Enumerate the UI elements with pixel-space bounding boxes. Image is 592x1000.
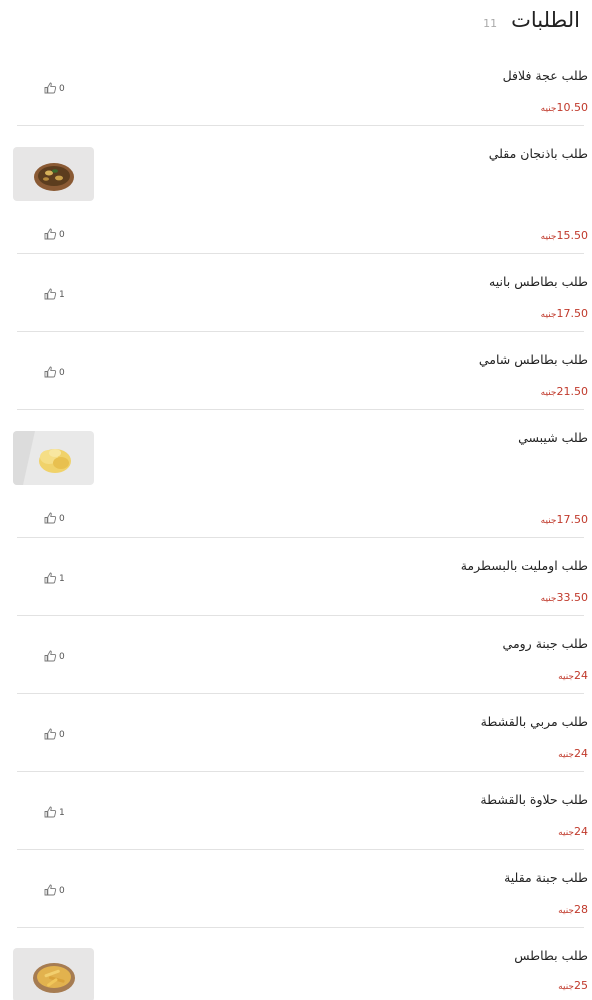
like-button[interactable]: 0 bbox=[44, 509, 65, 528]
item-image[interactable] bbox=[13, 948, 94, 1000]
item-price: 10.50جنيه bbox=[541, 96, 588, 115]
item-image[interactable] bbox=[13, 147, 94, 201]
list-item[interactable]: طلب مربي بالقشطة 24جنيه 0 bbox=[17, 694, 588, 772]
item-image[interactable] bbox=[13, 431, 94, 485]
thumbs-up-icon bbox=[44, 725, 57, 744]
item-name: طلب عجة فلافل bbox=[502, 68, 588, 83]
item-name: طلب جبنة رومي bbox=[502, 636, 588, 651]
item-name: طلب بطاطس شامي bbox=[478, 352, 588, 367]
item-name: طلب حلاوة بالقشطة bbox=[480, 792, 588, 807]
list-item[interactable]: طلب باذنجان مقلي 0 15.50جنيه bbox=[13, 126, 588, 254]
list-item[interactable]: طلب اومليت بالبسطرمة 33.50جنيه 1 bbox=[17, 538, 588, 616]
price-amount: 15.50 bbox=[556, 229, 589, 242]
price-currency: جنيه bbox=[540, 310, 557, 320]
price-amount: 24 bbox=[574, 825, 588, 838]
price-currency: جنيه bbox=[540, 594, 557, 604]
item-price: 21.50جنيه bbox=[541, 380, 588, 399]
list-item[interactable]: طلب شيبسي 0 17.50جنيه bbox=[13, 410, 588, 538]
like-count: 0 bbox=[59, 885, 65, 896]
price-currency: جنيه bbox=[540, 232, 557, 242]
thumbs-up-icon bbox=[44, 569, 57, 588]
item-price: 15.50جنيه bbox=[541, 224, 588, 243]
fried-eggplant-image bbox=[13, 147, 94, 201]
list-item[interactable]: طلب عجة فلافل 10.50جنيه 0 bbox=[17, 48, 588, 126]
price-amount: 21.50 bbox=[556, 385, 589, 398]
price-amount: 24 bbox=[574, 669, 588, 682]
like-button[interactable]: 0 bbox=[44, 725, 65, 744]
list-item[interactable]: طلب بطاطس 25جنيه bbox=[13, 928, 588, 1000]
price-currency: جنيه bbox=[540, 516, 557, 526]
price-currency: جنيه bbox=[558, 982, 574, 992]
like-button[interactable]: 1 bbox=[44, 569, 65, 588]
item-price: 24جنيه bbox=[558, 742, 588, 761]
like-count: 1 bbox=[59, 289, 65, 300]
menu-list: طلب عجة فلافل 10.50جنيه 0 طلب باذنجان مق… bbox=[0, 48, 592, 1000]
thumbs-up-icon bbox=[44, 363, 57, 382]
like-button[interactable]: 1 bbox=[44, 285, 65, 304]
list-item[interactable]: طلب بطاطس بانيه 17.50جنيه 1 bbox=[17, 254, 588, 332]
thumbs-up-icon bbox=[44, 881, 57, 900]
thumbs-up-icon bbox=[44, 79, 57, 98]
like-button[interactable]: 0 bbox=[44, 79, 65, 98]
price-amount: 17.50 bbox=[556, 513, 589, 526]
thumbs-up-icon bbox=[44, 647, 57, 666]
price-currency: جنيه bbox=[558, 750, 574, 760]
price-amount: 24 bbox=[574, 747, 588, 760]
like-button[interactable]: 0 bbox=[44, 363, 65, 382]
list-item[interactable]: طلب حلاوة بالقشطة 24جنيه 1 bbox=[17, 772, 588, 850]
like-button[interactable]: 0 bbox=[44, 881, 65, 900]
item-name: طلب جبنة مقلية bbox=[504, 870, 588, 885]
chips-image bbox=[13, 431, 94, 485]
item-name: طلب شيبسي bbox=[518, 430, 588, 445]
item-count: 11 bbox=[483, 17, 498, 30]
list-item[interactable]: طلب جبنة رومي 24جنيه 0 bbox=[17, 616, 588, 694]
price-currency: جنيه bbox=[558, 906, 574, 916]
like-count: 0 bbox=[59, 513, 65, 524]
price-amount: 33.50 bbox=[556, 591, 589, 604]
price-currency: جنيه bbox=[558, 828, 574, 838]
fries-image bbox=[13, 948, 94, 1000]
item-name: طلب بطاطس bbox=[514, 948, 588, 963]
like-count: 0 bbox=[59, 83, 65, 94]
item-name: طلب مربي بالقشطة bbox=[480, 714, 588, 729]
item-name: طلب باذنجان مقلي bbox=[488, 146, 588, 161]
like-button[interactable]: 1 bbox=[44, 803, 65, 822]
price-amount: 10.50 bbox=[556, 101, 589, 114]
item-price: 28جنيه bbox=[558, 898, 588, 917]
price-currency: جنيه bbox=[558, 672, 574, 682]
thumbs-up-icon bbox=[44, 509, 57, 528]
price-amount: 17.50 bbox=[556, 307, 589, 320]
thumbs-up-icon bbox=[44, 803, 57, 822]
item-price: 24جنيه bbox=[558, 664, 588, 683]
price-amount: 28 bbox=[574, 903, 588, 916]
like-count: 0 bbox=[59, 367, 65, 378]
item-price: 24جنيه bbox=[558, 820, 588, 839]
price-currency: جنيه bbox=[540, 104, 557, 114]
list-item[interactable]: طلب جبنة مقلية 28جنيه 0 bbox=[17, 850, 588, 928]
item-price: 33.50جنيه bbox=[541, 586, 588, 605]
like-count: 1 bbox=[59, 573, 65, 584]
item-name: طلب اومليت بالبسطرمة bbox=[460, 558, 588, 573]
thumbs-up-icon bbox=[44, 225, 57, 244]
like-count: 0 bbox=[59, 651, 65, 662]
item-price: 17.50جنيه bbox=[541, 302, 588, 321]
list-item[interactable]: طلب بطاطس شامي 21.50جنيه 0 bbox=[17, 332, 588, 410]
item-price: 25جنيه bbox=[558, 974, 588, 993]
like-button[interactable]: 0 bbox=[44, 647, 65, 666]
item-price: 17.50جنيه bbox=[541, 508, 588, 527]
like-count: 0 bbox=[59, 229, 65, 240]
section-header: الطلبات 11 bbox=[12, 8, 580, 42]
price-amount: 25 bbox=[574, 979, 588, 992]
like-button[interactable]: 0 bbox=[44, 225, 65, 244]
like-count: 0 bbox=[59, 729, 65, 740]
thumbs-up-icon bbox=[44, 285, 57, 304]
section-title: الطلبات bbox=[511, 8, 580, 32]
like-count: 1 bbox=[59, 807, 65, 818]
price-currency: جنيه bbox=[540, 388, 557, 398]
item-name: طلب بطاطس بانيه bbox=[489, 274, 588, 289]
